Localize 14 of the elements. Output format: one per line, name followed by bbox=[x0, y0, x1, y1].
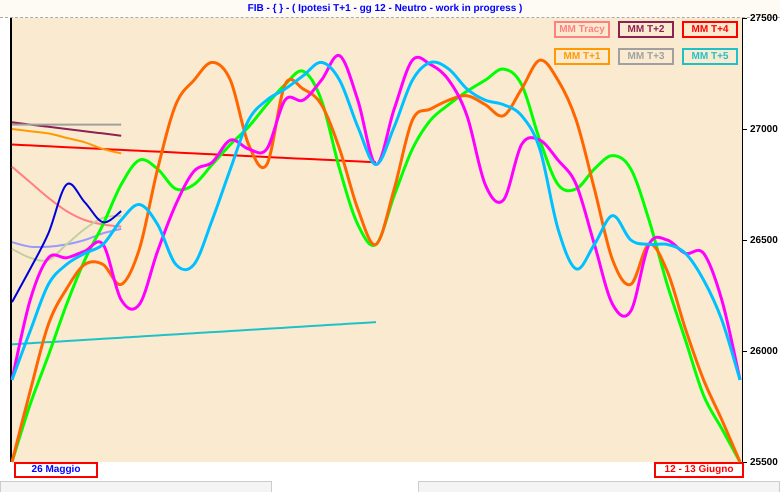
legend-item: MM T+3 bbox=[618, 48, 674, 65]
axis-label: 27000 bbox=[750, 124, 778, 134]
date-label: 26 Maggio bbox=[14, 462, 98, 478]
legend-item: MM T+5 bbox=[682, 48, 738, 65]
axis-label: 25500 bbox=[750, 456, 778, 468]
legend-item: MM T+2 bbox=[618, 21, 674, 38]
axis-label: 26500 bbox=[750, 234, 778, 246]
date-label: 12 - 13 Giugno bbox=[654, 462, 744, 478]
legend-item: MM Tracy bbox=[554, 21, 610, 38]
chart-title: FIB - { } - ( Ipotesi T+1 - gg 12 - Neutro - work in progress ) bbox=[248, 3, 522, 14]
legend-item: MM T+4 bbox=[682, 21, 738, 38]
axis-label: 26000 bbox=[750, 346, 778, 356]
legend-item: MM T+1 bbox=[554, 48, 610, 65]
axis-label: 27500 bbox=[750, 12, 778, 24]
